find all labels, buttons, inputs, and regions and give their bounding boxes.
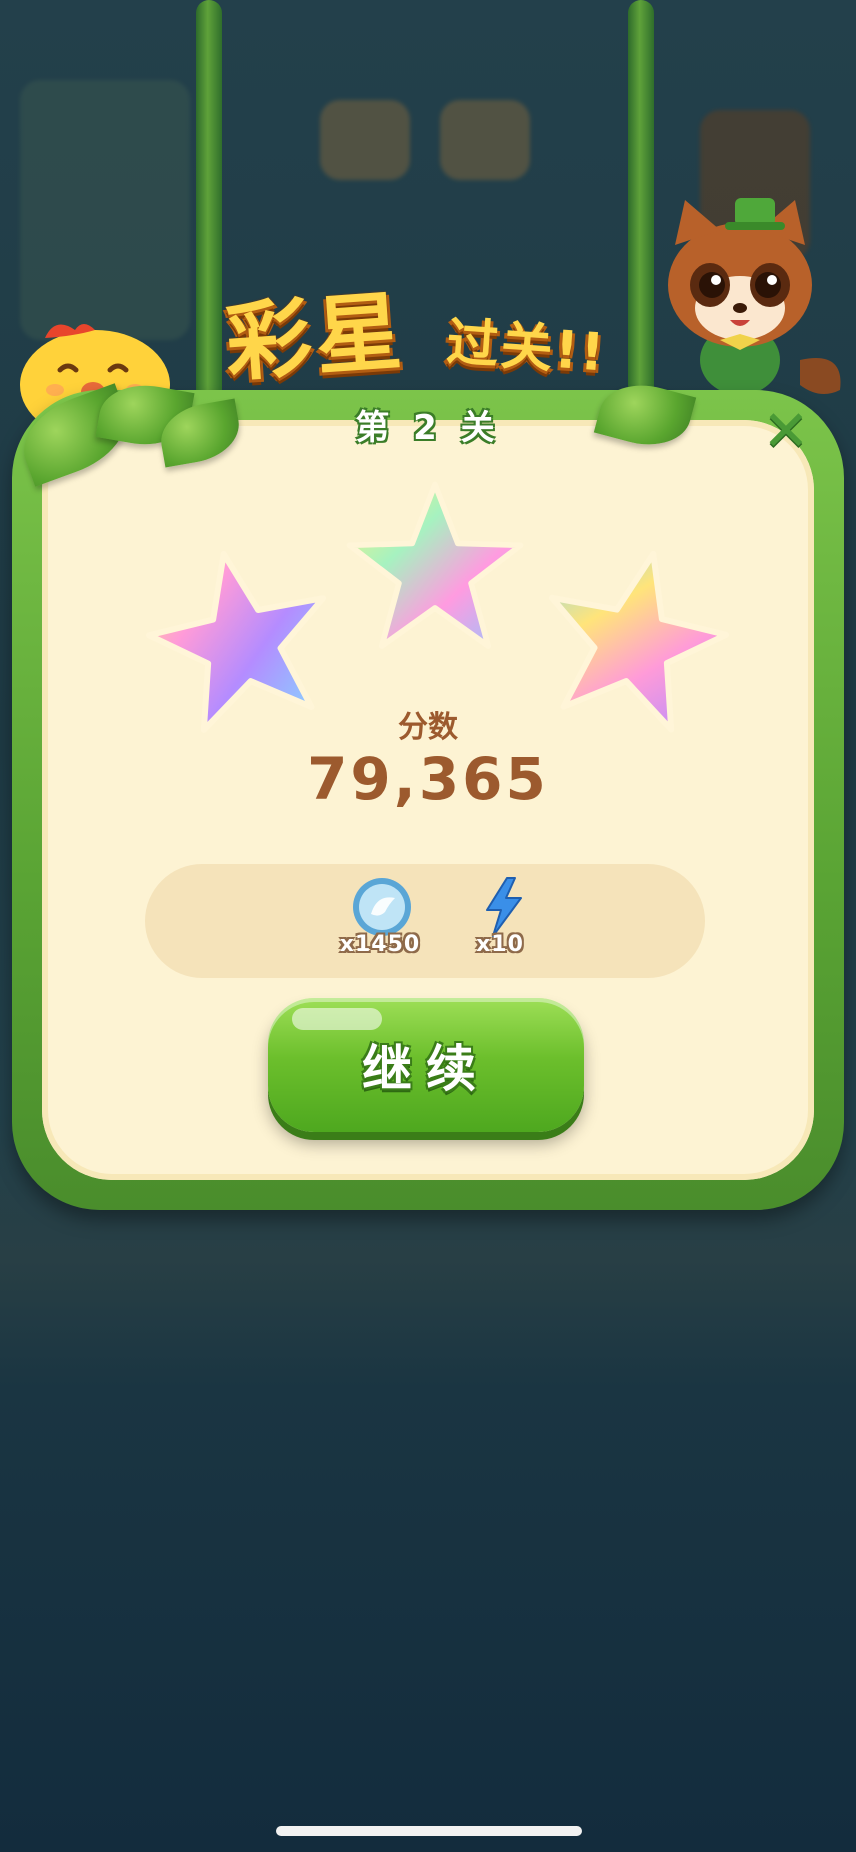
raccoon-character: [668, 198, 841, 395]
close-button[interactable]: ✕: [748, 398, 824, 466]
background-board-tile: [320, 100, 410, 180]
score-label: 分数: [398, 710, 458, 745]
reward-coins: x1450: [315, 864, 445, 978]
rewards-box: x1450 x10: [145, 864, 705, 978]
background-board-tile: [440, 100, 530, 180]
title-rainbow-star: 彩星: [222, 281, 409, 395]
lightning-icon: [486, 877, 522, 937]
score-value: 79,365: [307, 745, 549, 813]
reward-energy-count: x10: [476, 932, 524, 957]
reward-energy: x10: [435, 864, 565, 978]
level-complete-title: 彩星 过关!!: [215, 255, 635, 395]
close-icon: ✕: [762, 399, 810, 464]
continue-button[interactable]: 继续: [268, 998, 584, 1132]
background-panel: [20, 80, 190, 340]
reward-coins-count: x1450: [339, 932, 421, 957]
silver-coin-icon: [353, 878, 411, 936]
continue-button-label: 继续: [362, 1040, 490, 1098]
home-indicator[interactable]: [276, 1826, 582, 1836]
title-pass-level: 过关!!: [444, 312, 608, 384]
button-gloss: [292, 1008, 382, 1030]
star-2: [346, 481, 524, 649]
level-label: 第 2 关: [355, 408, 501, 448]
